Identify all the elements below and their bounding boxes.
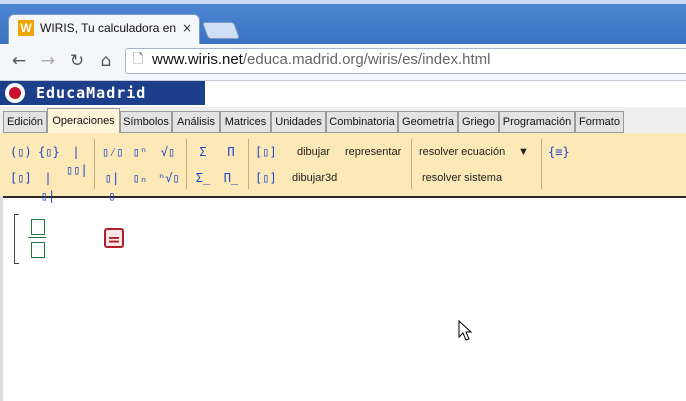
dibujar3d-button[interactable]: dibujar3d	[292, 169, 337, 187]
braces-button[interactable]: {▯}	[38, 143, 60, 161]
fraction-numerator-slot[interactable]	[31, 219, 45, 235]
home-icon[interactable]: ⌂	[95, 50, 117, 72]
browser-tab-title: WIRIS, Tu calculadora en l	[40, 21, 180, 35]
tab-combinatoria[interactable]: Combinatoria	[326, 111, 398, 133]
tab-matrices[interactable]: Matrices	[220, 111, 271, 133]
url-path: /educa.madrid.org/wiris/es/index.html	[242, 51, 491, 68]
address-url[interactable]: www.wiris.net/educa.madrid.org/wiris/es/…	[152, 50, 672, 70]
square-root-button[interactable]: √▯	[158, 143, 178, 161]
chevron-down-icon[interactable]: ▼	[518, 143, 529, 161]
page-icon: 🗋	[133, 52, 144, 67]
palette-separator	[411, 139, 412, 189]
product-limits-button[interactable]: Π̲	[221, 169, 241, 187]
resolver-sistema-button[interactable]: resolver sistema	[422, 169, 502, 187]
product-button[interactable]: Π	[221, 143, 241, 161]
tab-operaciones[interactable]: Operaciones	[47, 108, 120, 133]
tab-unidades[interactable]: Unidades	[271, 111, 326, 133]
dibujar-button[interactable]: dibujar	[297, 143, 330, 161]
sum-button[interactable]: Σ	[193, 143, 213, 161]
forward-arrow-icon[interactable]: →	[37, 50, 59, 72]
tab-programacion[interactable]: Programación	[499, 111, 575, 133]
fraction-denominator-slot[interactable]	[31, 242, 45, 258]
parentheses-button[interactable]: (▯)	[10, 143, 32, 161]
resolver-ecuacion-button[interactable]: resolver ecuación	[419, 143, 505, 161]
calculate-button[interactable]: =	[104, 228, 124, 249]
titlebar-strip	[0, 0, 686, 4]
tab-formato[interactable]: Formato	[575, 111, 624, 133]
division-button[interactable]: ▯|▯	[102, 169, 122, 203]
reload-icon[interactable]: ↻	[66, 50, 88, 72]
url-domain: www.wiris.net	[152, 51, 243, 68]
norm-button[interactable]: |▯▯|	[66, 143, 88, 177]
tab-simbolos[interactable]: Símbolos	[120, 111, 172, 133]
mouse-cursor-icon	[458, 320, 473, 341]
evaluate-bracket-button[interactable]: [▯]	[255, 143, 277, 161]
educamadrid-logo-center	[9, 87, 21, 99]
subscript-button[interactable]: ▯ₙ	[130, 169, 150, 187]
nth-root-button[interactable]: ⁿ√▯	[158, 169, 180, 187]
palette-separator	[248, 139, 249, 189]
editor-block-bracket	[14, 214, 19, 264]
palette-separator	[94, 139, 95, 189]
tab-analisis[interactable]: Análisis	[172, 111, 220, 133]
tab-edicion[interactable]: Edición	[3, 111, 47, 133]
close-tab-icon[interactable]: ×	[182, 20, 194, 36]
palette-separator	[541, 139, 542, 189]
banner-title: EducaMadrid	[36, 84, 147, 102]
back-arrow-icon[interactable]: ←	[8, 50, 30, 72]
brackets-button[interactable]: [▯]	[10, 169, 32, 187]
sum-limits-button[interactable]: Σ̲	[193, 169, 213, 187]
fraction-bar	[28, 237, 46, 238]
fraction-button[interactable]: ▯⁄▯	[102, 143, 124, 161]
wiris-logo-icon: W	[18, 20, 34, 36]
new-tab-button[interactable]	[201, 22, 241, 39]
block-button[interactable]: {≡}	[548, 143, 570, 161]
editor-left-edge	[0, 196, 3, 401]
palette-separator	[186, 139, 187, 189]
absolute-value-button[interactable]: |▯|	[38, 169, 58, 203]
evaluate-bracket-3d-button[interactable]: [▯]	[255, 169, 277, 187]
tab-griego[interactable]: Griego	[458, 111, 499, 133]
power-button[interactable]: ▯ⁿ	[130, 143, 150, 161]
representar-button[interactable]: representar	[345, 143, 401, 161]
tab-geometria[interactable]: Geometría	[398, 111, 458, 133]
